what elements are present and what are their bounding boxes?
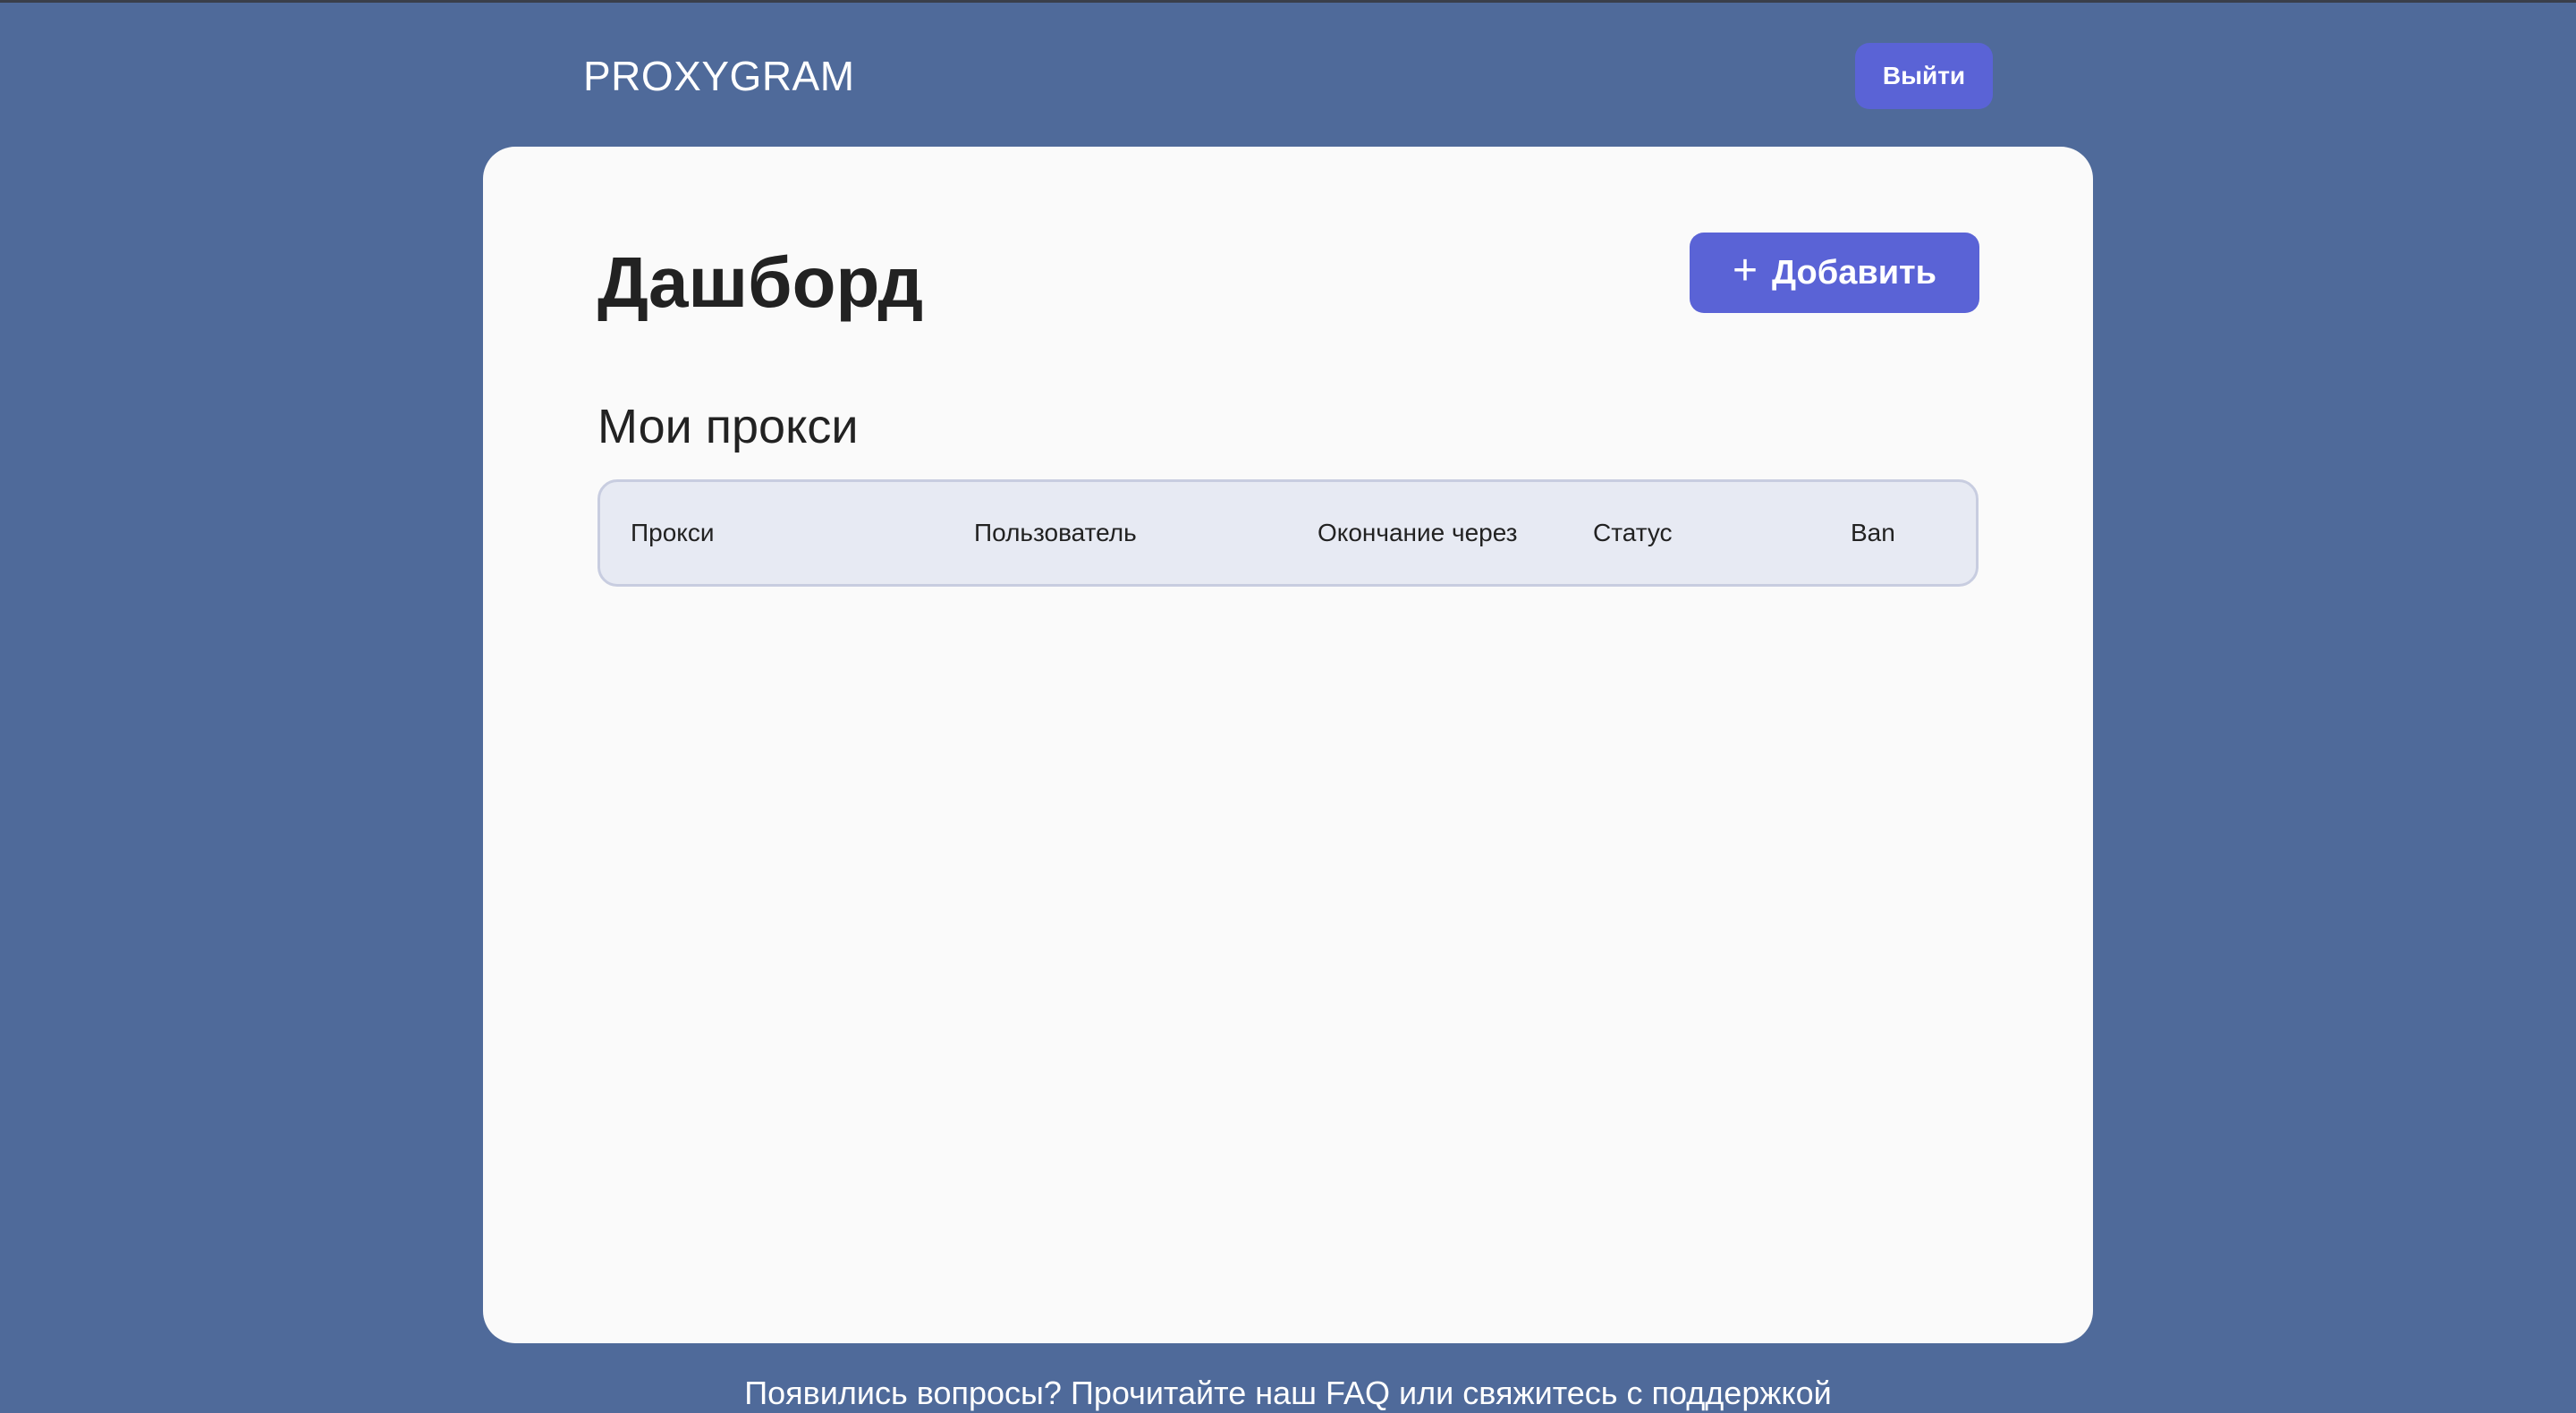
plus-icon: +: [1732, 247, 1758, 294]
column-header-status: Статус: [1593, 519, 1673, 546]
column-header-ban: Ban: [1851, 519, 1895, 546]
column-header-user: Пользователь: [974, 519, 1137, 546]
add-button-label: Добавить: [1771, 253, 1937, 292]
dashboard-card: Дашборд + Добавить Мои прокси Прокси Пол…: [483, 147, 2093, 1343]
section-title: Мои прокси: [597, 400, 859, 453]
page-title: Дашборд: [597, 242, 924, 322]
column-header-proxy: Прокси: [631, 519, 715, 546]
brand-logo[interactable]: PROXYGRAM: [583, 55, 855, 97]
window-top-border: [0, 0, 2576, 3]
column-header-expires: Окончание через: [1318, 519, 1518, 546]
proxy-table-header: Прокси Пользователь Окончание через Стат…: [597, 479, 1979, 587]
add-proxy-button[interactable]: + Добавить: [1690, 233, 1979, 313]
logout-button[interactable]: Выйти: [1855, 43, 1993, 109]
footer-help-text: Появились вопросы? Прочитайте наш FAQ ил…: [744, 1375, 1832, 1411]
